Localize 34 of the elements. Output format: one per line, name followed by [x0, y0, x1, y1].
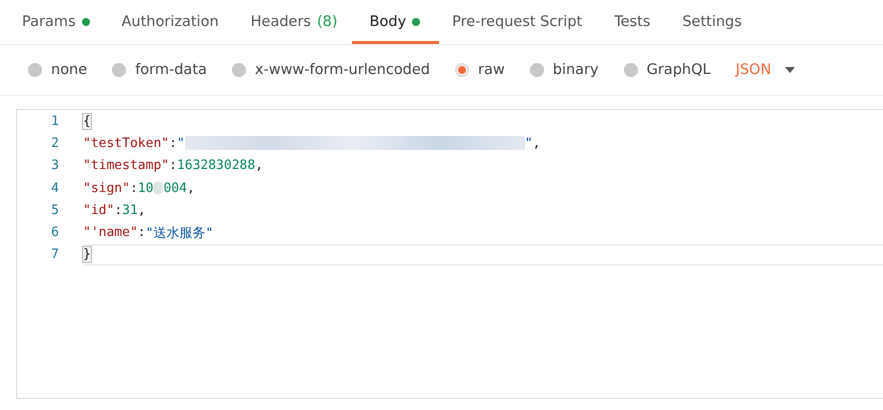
- code-line: }: [83, 244, 883, 266]
- radio-button[interactable]: [28, 63, 42, 77]
- radio-button[interactable]: [530, 63, 544, 77]
- caret-icon: [785, 67, 796, 73]
- line-number: 3: [50, 158, 59, 174]
- radio-label[interactable]: GraphQL: [646, 62, 711, 78]
- line-number: 2: [50, 136, 59, 151]
- radio-label[interactable]: form-data: [135, 62, 207, 78]
- code-line: "timestamp":1632830288,: [83, 157, 264, 176]
- line-number: 4: [50, 180, 59, 196]
- tab[interactable]: Params: [22, 0, 109, 44]
- line-number: 7: [50, 247, 59, 262]
- radio-button[interactable]: [455, 63, 470, 77]
- radio-button[interactable]: [232, 63, 246, 77]
- radio-label[interactable]: raw: [478, 62, 505, 78]
- code-line: "sign":10 004,: [83, 180, 196, 198]
- code-line: "testToken":" ",: [83, 134, 542, 153]
- tab[interactable]: Tests: [614, 0, 670, 44]
- radio-label[interactable]: x-www-form-urlencoded: [254, 62, 430, 78]
- code-line: "id":31,: [83, 202, 147, 220]
- radio-button[interactable]: [624, 63, 638, 77]
- radio-label[interactable]: binary: [552, 62, 599, 78]
- tab[interactable]: Body: [352, 0, 440, 44]
- blurred-value: [153, 182, 164, 194]
- radio-button[interactable]: [112, 63, 126, 77]
- tab[interactable]: Settings: [682, 0, 761, 44]
- code-line: "'name":"送水服务": [83, 224, 214, 243]
- tab[interactable]: Authorization: [122, 0, 238, 44]
- tab[interactable]: Pre-request Script: [452, 0, 602, 44]
- header-count: (8): [317, 14, 338, 30]
- line-number: 5: [50, 202, 59, 218]
- line-number: 6: [50, 225, 59, 240]
- radio-label[interactable]: none: [51, 62, 88, 78]
- line-number: 1: [50, 114, 59, 129]
